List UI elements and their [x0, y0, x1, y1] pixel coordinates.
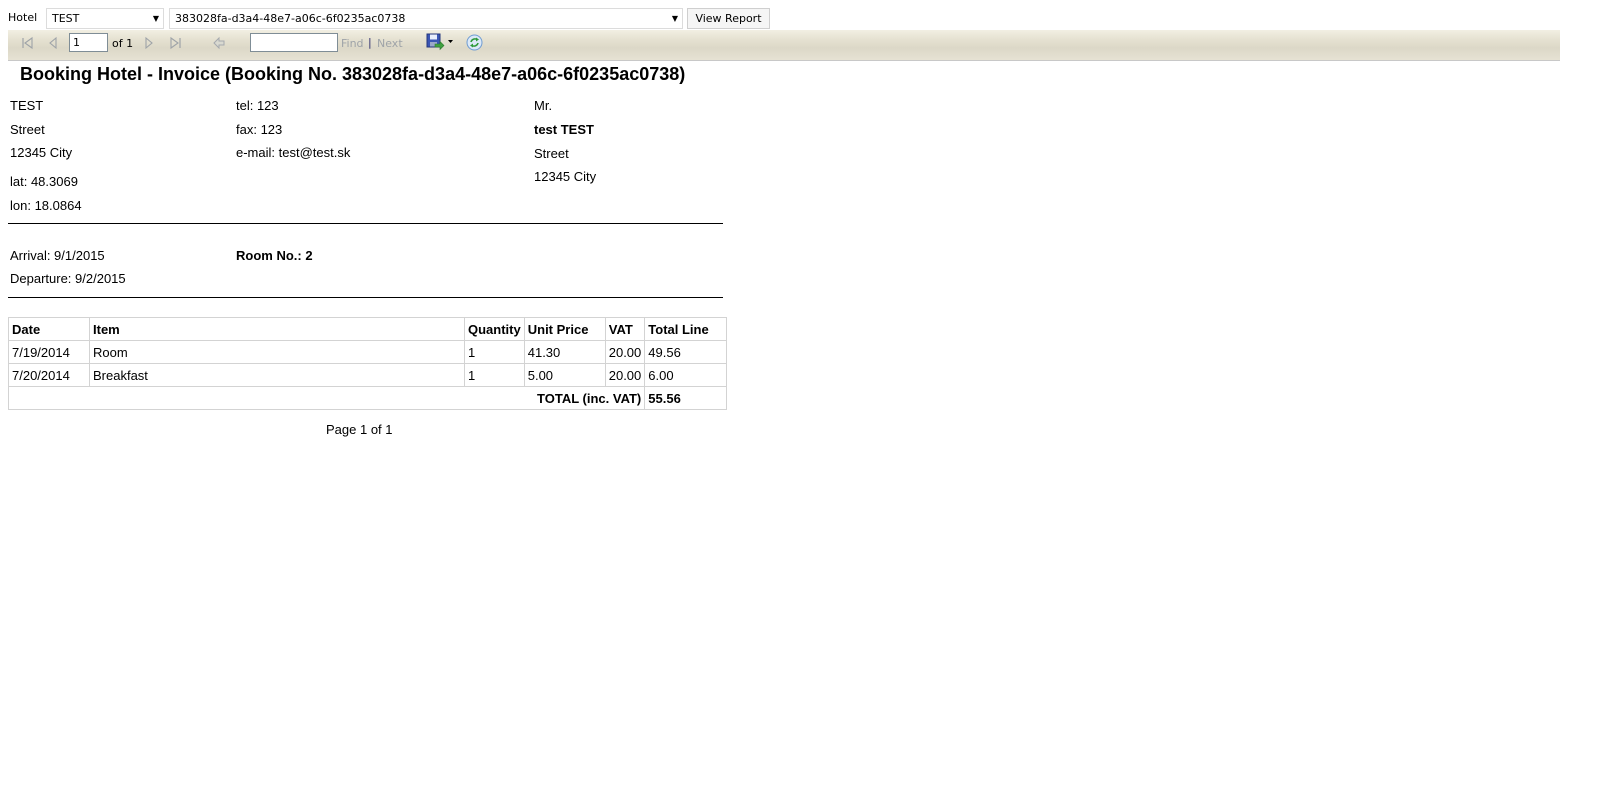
page-footer: Page 1 of 1: [326, 422, 393, 437]
cell-unit-price: 41.30: [523, 340, 606, 364]
export-button[interactable]: [426, 33, 456, 51]
report-toolbar: of 1 Find | Next: [8, 30, 1560, 61]
table-row: 7/20/2014 Breakfast 1 5.00 20.00 6.00: [8, 363, 728, 387]
column-header-item: Item: [89, 317, 465, 341]
total-label: TOTAL (inc. VAT): [7, 386, 646, 410]
hotel-email: e-mail: test@test.sk: [236, 145, 351, 160]
hotel-fax: fax: 123: [236, 122, 283, 137]
room-number: Room No.: 2: [236, 248, 313, 263]
hotel-lat: lat: 48.3069: [10, 174, 78, 189]
last-page-icon[interactable]: [169, 36, 183, 50]
divider: [8, 223, 723, 224]
cell-vat: 20.00: [604, 363, 646, 387]
parameter-bar: Hotel TEST ▼ 383028fa-d3a4-48e7-a06c-6f0…: [0, 0, 1600, 30]
hotel-select-value: TEST: [52, 12, 80, 25]
guest-street: Street: [534, 146, 569, 161]
cell-item: Breakfast: [89, 363, 465, 387]
table-row: 7/19/2014 Room 1 41.30 20.00 49.56: [8, 340, 728, 364]
hotel-street: Street: [10, 122, 45, 137]
refresh-icon[interactable]: [466, 34, 483, 51]
hotel-select[interactable]: TEST ▼: [46, 8, 164, 29]
hotel-city: 12345 City: [10, 145, 73, 160]
column-header-vat: VAT: [604, 317, 646, 341]
next-page-icon[interactable]: [142, 36, 156, 50]
column-header-unit-price: Unit Price: [523, 317, 606, 341]
cell-quantity: 1: [464, 363, 525, 387]
guest-city: 12345 City: [534, 169, 597, 184]
chevron-down-icon[interactable]: ▼: [672, 12, 678, 26]
cell-quantity: 1: [464, 340, 525, 364]
column-header-quantity: Quantity: [464, 317, 525, 341]
find-input[interactable]: [250, 33, 338, 52]
table-total-row: TOTAL (inc. VAT) 55.56: [7, 386, 728, 410]
hotel-label: Hotel: [8, 11, 38, 24]
hotel-tel: tel: 123: [236, 98, 279, 113]
first-page-icon[interactable]: [20, 36, 34, 50]
find-separator: |: [368, 36, 372, 49]
column-header-total-line: Total Line: [644, 317, 728, 341]
find-link[interactable]: Find: [341, 37, 364, 50]
cell-date: 7/20/2014: [8, 363, 90, 387]
current-page-input[interactable]: [69, 33, 108, 52]
export-save-icon: [426, 33, 453, 51]
hotel-lon: lon: 18.0864: [10, 198, 82, 213]
cell-item: Room: [89, 340, 465, 364]
find-next-link[interactable]: Next: [377, 37, 403, 50]
departure-date: Departure: 9/2/2015: [10, 271, 126, 286]
page-count-label: of 1: [112, 37, 134, 50]
total-value: 55.56: [644, 386, 728, 410]
cell-total-line: 6.00: [644, 363, 728, 387]
invoice-table: Date Item Quantity Unit Price VAT Total …: [7, 317, 728, 410]
guest-salutation: Mr.: [534, 98, 553, 113]
cell-unit-price: 5.00: [523, 363, 606, 387]
report-title: Booking Hotel - Invoice (Booking No. 383…: [20, 64, 686, 84]
column-header-date: Date: [8, 317, 90, 341]
arrival-date: Arrival: 9/1/2015: [10, 248, 105, 263]
cell-vat: 20.00: [604, 340, 646, 364]
back-icon[interactable]: [212, 36, 226, 50]
cell-total-line: 49.56: [644, 340, 728, 364]
guest-name: test TEST: [534, 122, 594, 137]
cell-date: 7/19/2014: [8, 340, 90, 364]
hotel-name: TEST: [10, 98, 44, 113]
previous-page-icon[interactable]: [46, 36, 60, 50]
table-header-row: Date Item Quantity Unit Price VAT Total …: [8, 317, 728, 341]
booking-select[interactable]: 383028fa-d3a4-48e7-a06c-6f0235ac0738 ▼: [169, 8, 683, 29]
dropdown-arrow-icon: [448, 40, 453, 43]
chevron-down-icon[interactable]: ▼: [153, 12, 159, 26]
view-report-button[interactable]: View Report: [687, 8, 770, 29]
divider: [8, 297, 723, 298]
booking-select-value: 383028fa-d3a4-48e7-a06c-6f0235ac0738: [175, 12, 406, 25]
